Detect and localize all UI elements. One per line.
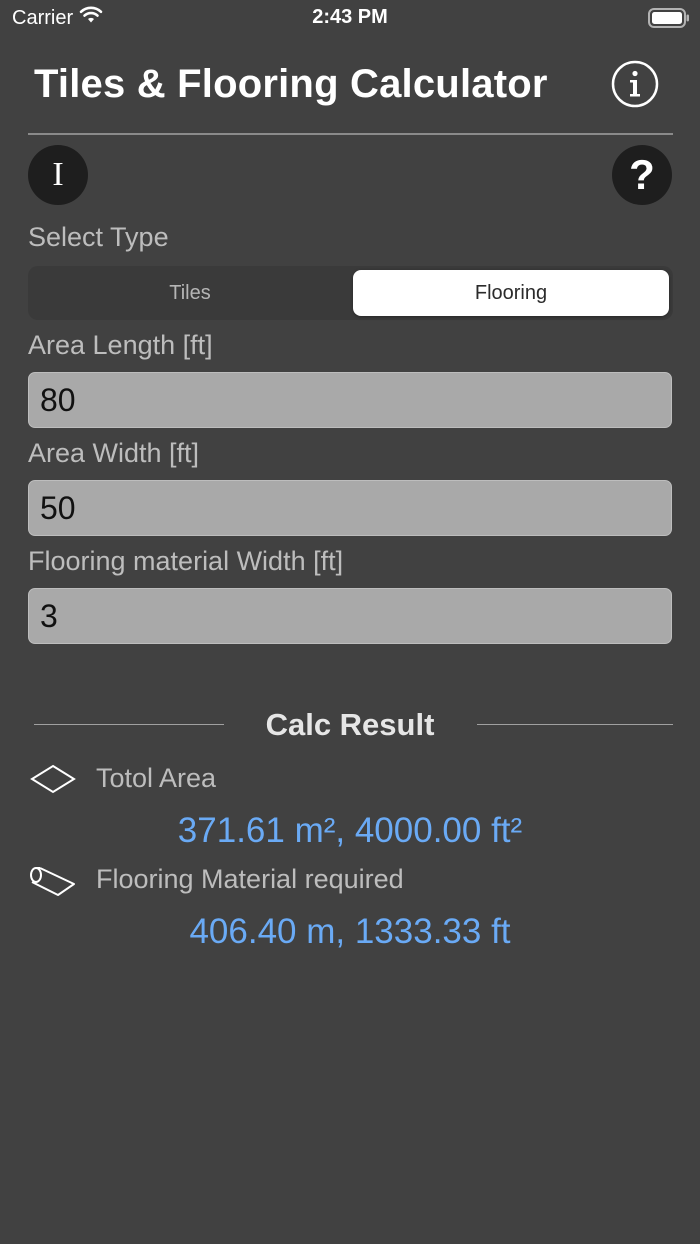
segment-tiles[interactable]: Tiles xyxy=(32,270,348,316)
text-cursor-button[interactable]: I xyxy=(28,145,88,205)
result-title: Calc Result xyxy=(265,707,435,742)
page-title: Tiles & Flooring Calculator xyxy=(34,62,548,106)
status-bar: Carrier 2:43 PM xyxy=(0,0,700,36)
status-time: 2:43 PM xyxy=(312,6,388,28)
result-divider-right xyxy=(477,724,673,725)
segment-flooring[interactable]: Flooring xyxy=(353,270,669,316)
material-width-input[interactable]: 3 xyxy=(28,588,672,644)
select-type-label: Select Type xyxy=(28,222,169,252)
area-length-input[interactable]: 80 xyxy=(28,372,672,428)
area-length-label: Area Length [ft] xyxy=(28,330,213,360)
text-cursor-icon: I xyxy=(52,156,64,193)
material-width-label: Flooring material Width [ft] xyxy=(28,546,344,576)
question-mark-icon: ? xyxy=(629,151,655,198)
material-required-value: 406.40 m, 1333.33 ft xyxy=(189,912,511,951)
total-area-value: 371.61 m², 4000.00 ft² xyxy=(177,811,523,850)
area-width-input[interactable]: 50 xyxy=(28,480,672,536)
area-width-label: Area Width [ft] xyxy=(28,438,200,468)
type-segmented-control: Tiles Flooring xyxy=(28,266,673,320)
header-divider xyxy=(28,133,673,135)
flooring-roll-icon xyxy=(30,860,76,903)
area-diamond-icon xyxy=(30,764,76,799)
total-area-label: Totol Area xyxy=(96,763,217,793)
help-button[interactable]: ? xyxy=(612,145,672,205)
battery-icon xyxy=(648,8,690,33)
info-button[interactable] xyxy=(611,60,659,108)
info-circle-icon xyxy=(611,60,659,108)
material-required-label: Flooring Material required xyxy=(96,864,404,894)
